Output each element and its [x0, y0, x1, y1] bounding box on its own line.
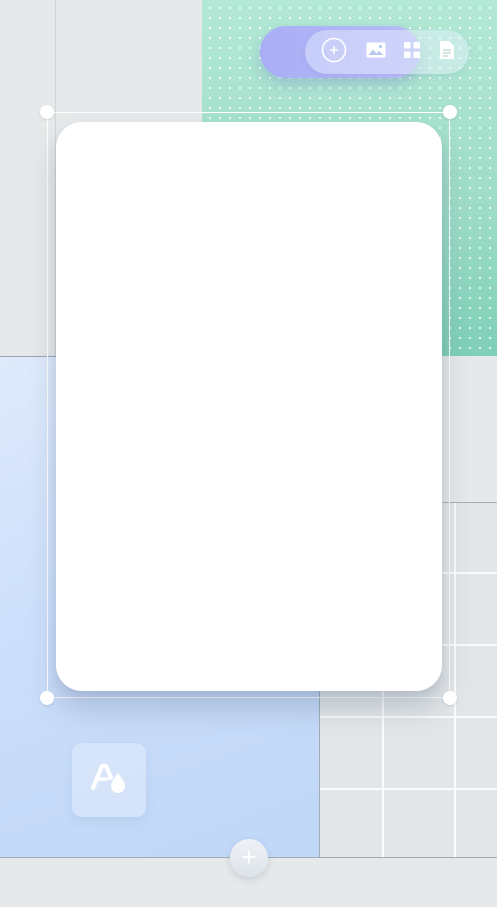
floating-toolbar	[305, 30, 469, 74]
resize-handle-top-right[interactable]	[443, 105, 457, 119]
add-page-button[interactable]	[230, 839, 268, 877]
resize-handle-bottom-right[interactable]	[443, 691, 457, 705]
font-color-icon	[89, 760, 129, 800]
document-icon	[440, 41, 454, 63]
canvas-background-right	[442, 356, 497, 502]
add-circle-icon	[321, 37, 347, 67]
blank-card[interactable]	[56, 122, 442, 691]
plus-icon	[242, 849, 256, 868]
insert-layout-button[interactable]	[397, 37, 427, 67]
insert-document-button[interactable]	[432, 37, 462, 67]
resize-handle-top-left[interactable]	[40, 105, 54, 119]
insert-image-button[interactable]	[361, 37, 391, 67]
resize-handle-bottom-left[interactable]	[40, 691, 54, 705]
add-element-button[interactable]	[319, 37, 349, 67]
text-color-tile[interactable]	[72, 743, 146, 817]
grid-icon	[404, 42, 420, 62]
image-icon	[366, 42, 386, 62]
